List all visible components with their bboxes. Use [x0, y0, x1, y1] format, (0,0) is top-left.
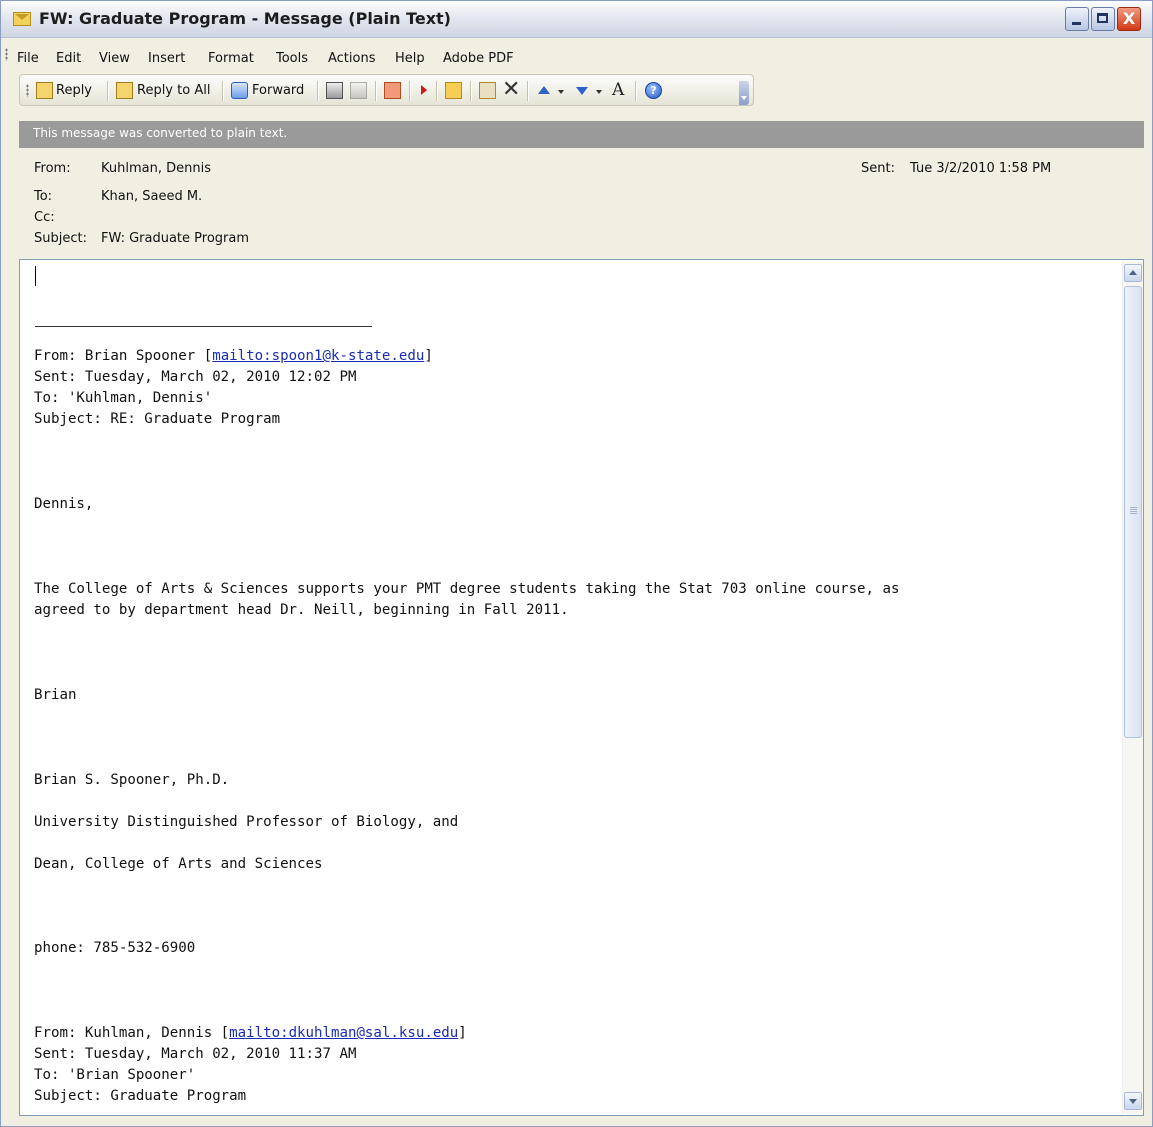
close-button[interactable]: X — [1117, 7, 1141, 31]
delete-icon[interactable]: ✕ — [502, 79, 520, 101]
next-item-icon[interactable] — [576, 87, 588, 95]
copy-icon[interactable] — [350, 82, 367, 99]
info-bar-text: This message was converted to plain text… — [33, 126, 288, 140]
message-body[interactable]: From: Brian Spooner [mailto:spoon1@k-sta… — [19, 259, 1144, 1116]
menu-tools[interactable]: Tools — [276, 51, 308, 66]
toolbar-separator — [635, 81, 637, 101]
reply-all-icon[interactable] — [116, 82, 133, 99]
reply-icon[interactable] — [36, 82, 53, 99]
body-paragraph: The College of Arts & Sciences supports … — [34, 581, 900, 619]
reply-all-button[interactable]: Reply to All — [137, 83, 210, 98]
sent-value: Tue 3/2/2010 1:58 PM — [910, 161, 1052, 176]
forward-header-1: From: Brian Spooner [mailto:spoon1@k-sta… — [34, 348, 433, 428]
menu-bar: File Edit View Insert Format Tools Actio… — [1, 38, 1152, 71]
close-icon: X — [1122, 9, 1136, 28]
menu-adobe-pdf[interactable]: Adobe PDF — [443, 51, 514, 66]
text-cursor — [35, 266, 36, 286]
chevron-down-icon[interactable] — [558, 90, 564, 94]
toolbar-options-icon[interactable] — [739, 81, 749, 105]
toolbar-grip-icon[interactable] — [26, 84, 29, 97]
info-bar[interactable]: This message was converted to plain text… — [19, 121, 1144, 148]
open-folder-icon[interactable] — [445, 82, 462, 99]
from-label: From: — [34, 161, 71, 176]
sent-label: Sent: — [861, 161, 895, 176]
previous-item-icon[interactable] — [538, 86, 550, 94]
forward-icon[interactable] — [231, 82, 248, 99]
move-icon[interactable] — [479, 82, 496, 99]
toolbar-separator — [436, 81, 438, 101]
toolbar-separator — [317, 81, 319, 101]
menu-file[interactable]: File — [17, 51, 39, 66]
divider — [35, 326, 372, 327]
title-bar[interactable]: FW: Graduate Program - Message (Plain Te… — [1, 1, 1152, 38]
standard-toolbar: Reply Reply to All Forward ✕ A ? — [19, 74, 754, 106]
forward-header-2: From: Kuhlman, Dennis [mailto:dkuhlman@s… — [34, 1025, 467, 1105]
greeting: Dennis, — [34, 496, 94, 512]
menu-edit[interactable]: Edit — [56, 51, 81, 66]
toolbar-separator — [527, 81, 529, 101]
subject-value: FW: Graduate Program — [101, 231, 250, 246]
reply-button[interactable]: Reply — [56, 83, 92, 98]
vertical-scrollbar[interactable] — [1122, 261, 1143, 1114]
signature-name: Brian S. Spooner, Ph.D. — [34, 772, 230, 788]
font-size-icon[interactable]: A — [612, 82, 629, 99]
envelope-icon — [13, 12, 31, 26]
menu-help[interactable]: Help — [395, 51, 425, 66]
window-title: FW: Graduate Program - Message (Plain Te… — [39, 9, 451, 28]
toolbar-separator — [107, 81, 109, 101]
help-icon[interactable]: ? — [645, 82, 662, 99]
message-window: FW: Graduate Program - Message (Plain Te… — [0, 0, 1153, 1127]
toolbar-separator — [409, 81, 411, 101]
to-value[interactable]: Khan, Saeed M. — [101, 189, 202, 204]
minimize-button[interactable] — [1065, 7, 1089, 31]
scroll-up-icon[interactable] — [1124, 264, 1142, 282]
scroll-thumb[interactable] — [1124, 286, 1142, 738]
menu-grip-icon[interactable] — [5, 48, 8, 61]
toolbar-separator — [470, 81, 472, 101]
sign-off: Brian — [34, 687, 77, 703]
menu-format[interactable]: Format — [208, 51, 254, 66]
subject-label: Subject: — [34, 231, 87, 246]
flag-icon[interactable] — [421, 85, 427, 95]
print-icon[interactable] — [326, 82, 343, 99]
email-link[interactable]: mailto:spoon1@k-state.edu — [212, 348, 424, 364]
toolbar-separator — [375, 81, 377, 101]
signature-title: University Distinguished Professor of Bi… — [34, 814, 459, 830]
email-link[interactable]: mailto:dkuhlman@sal.ksu.edu — [229, 1025, 458, 1041]
toolbar-separator — [222, 81, 224, 101]
signature-phone: phone: 785-532-6900 — [34, 940, 196, 956]
cc-label: Cc: — [34, 210, 55, 225]
to-label: To: — [34, 189, 53, 204]
menu-actions[interactable]: Actions — [328, 51, 376, 66]
move-to-folder-icon[interactable] — [384, 82, 401, 99]
menu-insert[interactable]: Insert — [148, 51, 185, 66]
menu-view[interactable]: View — [99, 51, 130, 66]
forward-button[interactable]: Forward — [252, 83, 304, 98]
chevron-down-icon[interactable] — [596, 90, 602, 94]
signature-dept: Dean, College of Arts and Sciences — [34, 856, 323, 872]
scroll-down-icon[interactable] — [1124, 1092, 1142, 1110]
from-value[interactable]: Kuhlman, Dennis — [101, 161, 211, 176]
maximize-button[interactable] — [1091, 7, 1115, 31]
